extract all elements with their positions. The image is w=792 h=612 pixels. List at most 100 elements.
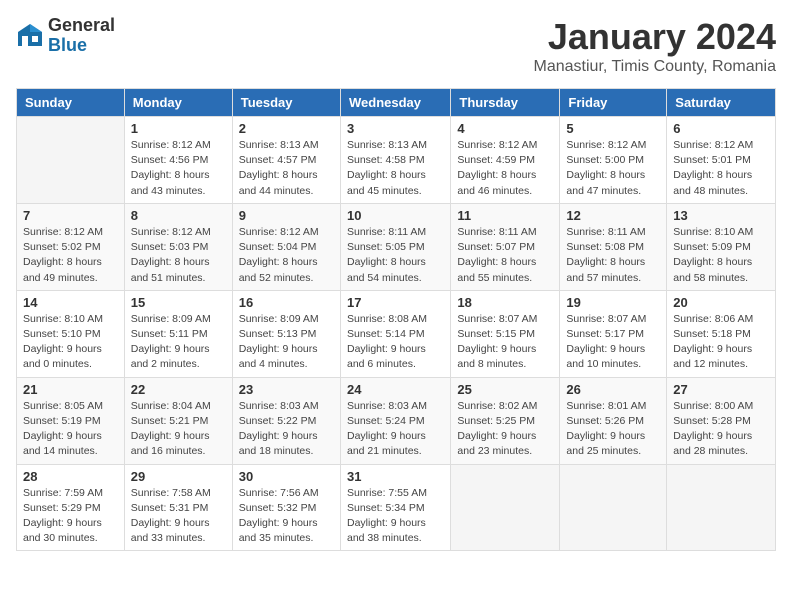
table-row: 21Sunrise: 8:05 AMSunset: 5:19 PMDayligh… bbox=[17, 377, 125, 464]
daylight-text: Daylight: 9 hours and 30 minutes. bbox=[23, 517, 102, 544]
header-saturday: Saturday bbox=[667, 89, 776, 117]
day-number: 1 bbox=[131, 121, 226, 136]
day-detail: Sunrise: 8:11 AMSunset: 5:08 PMDaylight:… bbox=[566, 225, 660, 286]
logo: General Blue bbox=[16, 16, 115, 56]
day-detail: Sunrise: 8:11 AMSunset: 5:05 PMDaylight:… bbox=[347, 225, 444, 286]
table-row: 15Sunrise: 8:09 AMSunset: 5:11 PMDayligh… bbox=[124, 290, 232, 377]
daylight-text: Daylight: 8 hours and 54 minutes. bbox=[347, 256, 426, 283]
day-number: 17 bbox=[347, 295, 444, 310]
daylight-text: Daylight: 8 hours and 48 minutes. bbox=[673, 169, 752, 196]
day-number: 22 bbox=[131, 382, 226, 397]
logo-text: General Blue bbox=[48, 16, 115, 56]
day-number: 5 bbox=[566, 121, 660, 136]
day-detail: Sunrise: 8:07 AMSunset: 5:17 PMDaylight:… bbox=[566, 312, 660, 373]
daylight-text: Daylight: 8 hours and 47 minutes. bbox=[566, 169, 645, 196]
table-row: 27 Sunrise: 8:00 AM Sunset: 5:28 PM Dayligh… bbox=[667, 377, 776, 464]
day-detail: Sunrise: 8:00 AM Sunset: 5:28 PM Daylight:… bbox=[673, 399, 769, 460]
daylight-text: Daylight: 9 hours and 16 minutes. bbox=[131, 430, 210, 457]
table-row: 18Sunrise: 8:07 AMSunset: 5:15 PMDayligh… bbox=[451, 290, 560, 377]
daylight-text: Daylight: 9 hours and 0 minutes. bbox=[23, 343, 102, 370]
daylight-text: Daylight: 8 hours and 55 minutes. bbox=[457, 256, 536, 283]
sunrise-text: Sunrise: 8:13 AM bbox=[347, 139, 427, 151]
table-row: 28 Sunrise: 7:59 AM Sunset: 5:29 PM Dayligh… bbox=[17, 464, 125, 551]
day-detail: Sunrise: 8:11 AM Sunset: 5:07 PM Daylight:… bbox=[457, 225, 553, 286]
day-detail: Sunrise: 8:05 AMSunset: 5:19 PMDaylight:… bbox=[23, 399, 118, 460]
sunrise-text: Sunrise: 8:13 AM bbox=[239, 139, 319, 151]
sunset-text: Sunset: 5:24 PM bbox=[347, 415, 425, 427]
sunset-text: Sunset: 5:34 PM bbox=[347, 502, 425, 514]
page-header: General Blue January 2024 Manastiur, Tim… bbox=[16, 16, 776, 76]
daylight-text: Daylight: 9 hours and 38 minutes. bbox=[347, 517, 426, 544]
daylight-text: Daylight: 8 hours and 45 minutes. bbox=[347, 169, 426, 196]
daylight-text: Daylight: 8 hours and 46 minutes. bbox=[457, 169, 536, 196]
daylight-text: Daylight: 9 hours and 14 minutes. bbox=[23, 430, 102, 457]
header-wednesday: Wednesday bbox=[340, 89, 450, 117]
sunset-text: Sunset: 5:26 PM bbox=[566, 415, 644, 427]
daylight-text: Daylight: 8 hours and 49 minutes. bbox=[23, 256, 102, 283]
sunrise-text: Sunrise: 8:12 AM bbox=[239, 226, 319, 238]
sunrise-text: Sunrise: 8:01 AM bbox=[566, 400, 646, 412]
table-row: 4Sunrise: 8:12 AMSunset: 4:59 PMDaylight… bbox=[451, 117, 560, 204]
table-row: 29Sunrise: 7:58 AMSunset: 5:31 PMDayligh… bbox=[124, 464, 232, 551]
sunset-text: Sunset: 5:28 PM bbox=[673, 415, 751, 427]
day-detail: Sunrise: 8:12 AMSunset: 5:02 PMDaylight:… bbox=[23, 225, 118, 286]
table-row bbox=[17, 117, 125, 204]
table-row: 14 Sunrise: 8:10 AMSunset: 5:10 PMDayligh… bbox=[17, 290, 125, 377]
day-detail: Sunrise: 8:09 AMSunset: 5:11 PMDaylight:… bbox=[131, 312, 226, 373]
day-number: 13 bbox=[673, 208, 769, 223]
sunrise-text: Sunrise: 8:11 AM bbox=[457, 226, 536, 238]
table-row: 30 Sunrise: 7:56 AMSunset: 5:32 PMDayligh… bbox=[232, 464, 340, 551]
sunrise-text: Sunrise: 8:00 AM bbox=[673, 400, 753, 412]
table-row bbox=[560, 464, 667, 551]
sunrise-text: Sunrise: 8:12 AM bbox=[457, 139, 537, 151]
day-detail: Sunrise: 8:12 AMSunset: 4:56 PMDaylight:… bbox=[131, 138, 226, 199]
day-number: 14 bbox=[23, 295, 118, 310]
sunrise-text: Sunrise: 8:09 AM bbox=[131, 313, 211, 325]
table-row: 20 Sunrise: 8:06 AMSunset: 5:18 PMDayligh… bbox=[667, 290, 776, 377]
sunset-text: Sunset: 5:31 PM bbox=[131, 502, 209, 514]
sunset-text: Sunset: 5:29 PM bbox=[23, 502, 101, 514]
day-number: 10 bbox=[347, 208, 444, 223]
day-number: 9 bbox=[239, 208, 334, 223]
sunset-text: Sunset: 5:07 PM bbox=[457, 241, 535, 253]
table-row: 2Sunrise: 8:13 AMSunset: 4:57 PMDaylight… bbox=[232, 117, 340, 204]
day-detail: Sunrise: 8:06 AMSunset: 5:18 PMDaylight:… bbox=[673, 312, 769, 373]
sunset-text: Sunset: 5:22 PM bbox=[239, 415, 317, 427]
sunset-text: Sunset: 5:10 PM bbox=[23, 328, 101, 340]
daylight-text: Daylight: 8 hours and 52 minutes. bbox=[239, 256, 318, 283]
day-number: 27 bbox=[673, 382, 769, 397]
table-row: 24Sunrise: 8:03 AMSunset: 5:24 PMDayligh… bbox=[340, 377, 450, 464]
day-detail: Sunrise: 8:02 AMSunset: 5:25 PMDaylight:… bbox=[457, 399, 553, 460]
day-number: 28 bbox=[23, 469, 118, 484]
day-detail: Sunrise: 8:12 AM Sunset: 4:59 PM Daylight:… bbox=[457, 138, 553, 199]
sunset-text: Sunset: 5:04 PM bbox=[239, 241, 317, 253]
day-number: 25 bbox=[457, 382, 553, 397]
table-row bbox=[451, 464, 560, 551]
day-number: 2 bbox=[239, 121, 334, 136]
daylight-text: Daylight: 9 hours and 2 minutes. bbox=[131, 343, 210, 370]
sunrise-text: Sunrise: 8:05 AM bbox=[23, 400, 103, 412]
daylight-text: Daylight: 9 hours and 25 minutes. bbox=[566, 430, 645, 457]
sunrise-text: Sunrise: 8:07 AM bbox=[457, 313, 537, 325]
day-number: 19 bbox=[566, 295, 660, 310]
day-number: 30 bbox=[239, 469, 334, 484]
sunset-text: Sunset: 5:05 PM bbox=[347, 241, 425, 253]
daylight-text: Daylight: 9 hours and 21 minutes. bbox=[347, 430, 426, 457]
daylight-text: Daylight: 8 hours and 44 minutes. bbox=[239, 169, 318, 196]
day-detail: Sunrise: 7:56 AMSunset: 5:32 PMDaylight:… bbox=[239, 486, 334, 547]
day-detail: Sunrise: 8:01 AM Sunset: 5:26 PM Daylight:… bbox=[566, 399, 660, 460]
day-detail: Sunrise: 8:10 AMSunset: 5:10 PMDaylight:… bbox=[23, 312, 118, 373]
table-row: 5Sunrise: 8:12 AMSunset: 5:00 PMDaylight… bbox=[560, 117, 667, 204]
table-row: 26Sunrise: 8:01 AMSunset: 5:26 PMDayligh… bbox=[560, 377, 667, 464]
table-row: 25 Sunrise: 8:02 AMSunset: 5:25 PMDayligh… bbox=[451, 377, 560, 464]
daylight-text: Daylight: 9 hours and 10 minutes. bbox=[566, 343, 645, 370]
day-number: 23 bbox=[239, 382, 334, 397]
sunset-text: Sunset: 5:01 PM bbox=[673, 154, 751, 166]
day-number: 18 bbox=[457, 295, 553, 310]
sunset-text: Sunset: 5:08 PM bbox=[566, 241, 644, 253]
day-number: 20 bbox=[673, 295, 769, 310]
daylight-text: Daylight: 9 hours and 28 minutes. bbox=[673, 430, 752, 457]
sunrise-text: Sunrise: 7:59 AM bbox=[23, 487, 103, 499]
sunset-text: Sunset: 4:59 PM bbox=[457, 154, 535, 166]
calendar-week-row: 7Sunrise: 8:12 AMSunset: 5:02 PMDaylight… bbox=[17, 203, 776, 290]
